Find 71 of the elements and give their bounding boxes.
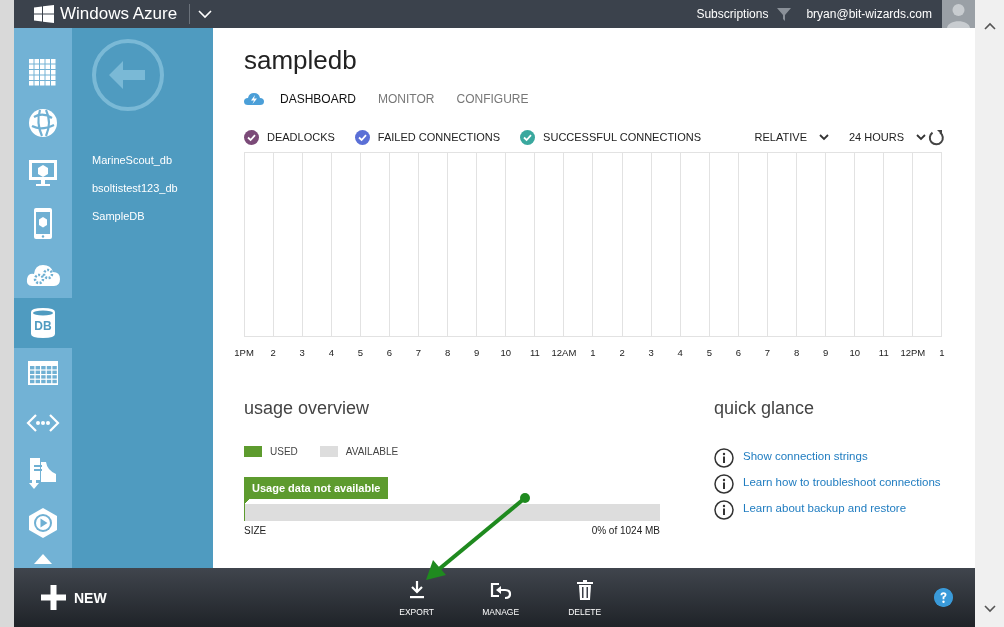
status-badge: Usage data not available xyxy=(244,477,389,504)
section-title: usage overview xyxy=(244,397,371,420)
axis-label: 5 xyxy=(706,347,712,358)
subscriptions-link[interactable]: Subscriptions xyxy=(696,7,769,21)
axis-label: 12PM xyxy=(900,347,926,358)
section-title: quick glance xyxy=(714,397,816,420)
axis-label: 9 xyxy=(823,347,829,358)
tab[interactable]: MONITOR xyxy=(378,92,435,106)
play-hexagon-icon xyxy=(26,506,60,540)
scroll-up-icon[interactable] xyxy=(983,22,996,30)
chevron-down-icon[interactable] xyxy=(916,133,926,141)
check-circle-icon[interactable] xyxy=(520,129,536,145)
axis-label: 6 xyxy=(735,347,742,358)
axis-label: 7 xyxy=(415,347,422,358)
info-icon xyxy=(714,500,734,520)
bar-label: SIZE xyxy=(244,525,267,536)
axis-label: 11 xyxy=(878,347,889,358)
user-email[interactable]: bryan@bit-wizards.com xyxy=(806,7,932,21)
axis-label: 2 xyxy=(619,347,625,358)
axis-label: 4 xyxy=(328,347,334,358)
check-circle-icon[interactable] xyxy=(354,129,370,145)
toolbar-button[interactable]: MANAGE xyxy=(458,578,543,617)
range-mode-dropdown[interactable]: RELATIVE xyxy=(754,131,807,143)
help-link[interactable]: Learn how to troubleshoot connections xyxy=(743,474,941,490)
axis-label: 5 xyxy=(357,347,363,358)
axis-label: 4 xyxy=(677,347,683,358)
axis-label: 12AM xyxy=(551,347,577,358)
cloud-bolt-icon xyxy=(244,92,264,106)
database-icon: DB xyxy=(30,307,56,339)
help-icon[interactable] xyxy=(934,588,953,607)
chevron-down-icon[interactable] xyxy=(818,133,829,141)
help-link[interactable]: Show connection strings xyxy=(743,448,868,464)
axis-label: 10 xyxy=(849,347,860,358)
axis-label: 10 xyxy=(500,347,512,358)
info-icon xyxy=(714,474,734,494)
legend-label: DEADLOCKS xyxy=(267,131,335,143)
info-icon xyxy=(714,448,734,468)
axis-label: 3 xyxy=(299,347,305,358)
axis-label: 8 xyxy=(793,347,800,358)
axis-label: 7 xyxy=(764,347,771,358)
scroll-down-icon[interactable] xyxy=(983,605,996,613)
app-title: Windows Azure xyxy=(60,4,178,24)
axis-label: 1 xyxy=(939,347,945,358)
page-title: sampledb xyxy=(244,44,358,76)
windows-logo-icon xyxy=(34,5,54,23)
legend-label: FAILED CONNECTIONS xyxy=(377,131,501,143)
time-range-dropdown[interactable]: 24 HOURS xyxy=(848,131,904,143)
legend-label: AVAILABLE xyxy=(345,446,399,457)
axis-label: 11 xyxy=(529,347,540,358)
axis-label: 2 xyxy=(270,347,276,358)
triangle-icon xyxy=(34,554,52,564)
axis-label: 6 xyxy=(386,347,393,358)
toolbar-button[interactable]: EXPORT xyxy=(374,578,459,617)
tab[interactable]: CONFIGURE xyxy=(456,92,529,106)
filter-icon[interactable] xyxy=(776,6,793,22)
bar-reading: 0% of 1024 MB xyxy=(591,525,660,536)
axis-label: 3 xyxy=(648,347,654,358)
tab[interactable]: DASHBOARD xyxy=(280,92,356,106)
axis-label: 9 xyxy=(474,347,480,358)
new-button[interactable]: NEW xyxy=(41,585,107,610)
axis-label: 1PM xyxy=(234,347,254,358)
check-circle-icon[interactable] xyxy=(244,129,259,145)
plus-icon xyxy=(41,585,66,610)
refresh-icon[interactable] xyxy=(928,128,945,146)
legend-label: SUCCESSFUL CONNECTIONS xyxy=(543,131,701,143)
toolbar-button[interactable]: DELETE xyxy=(542,578,627,617)
axis-label: 8 xyxy=(444,347,451,358)
help-link[interactable]: Learn about backup and restore xyxy=(743,500,907,516)
axis-label: 1 xyxy=(590,347,596,358)
globe-icon xyxy=(26,106,60,140)
legend-label: USED xyxy=(270,446,298,457)
